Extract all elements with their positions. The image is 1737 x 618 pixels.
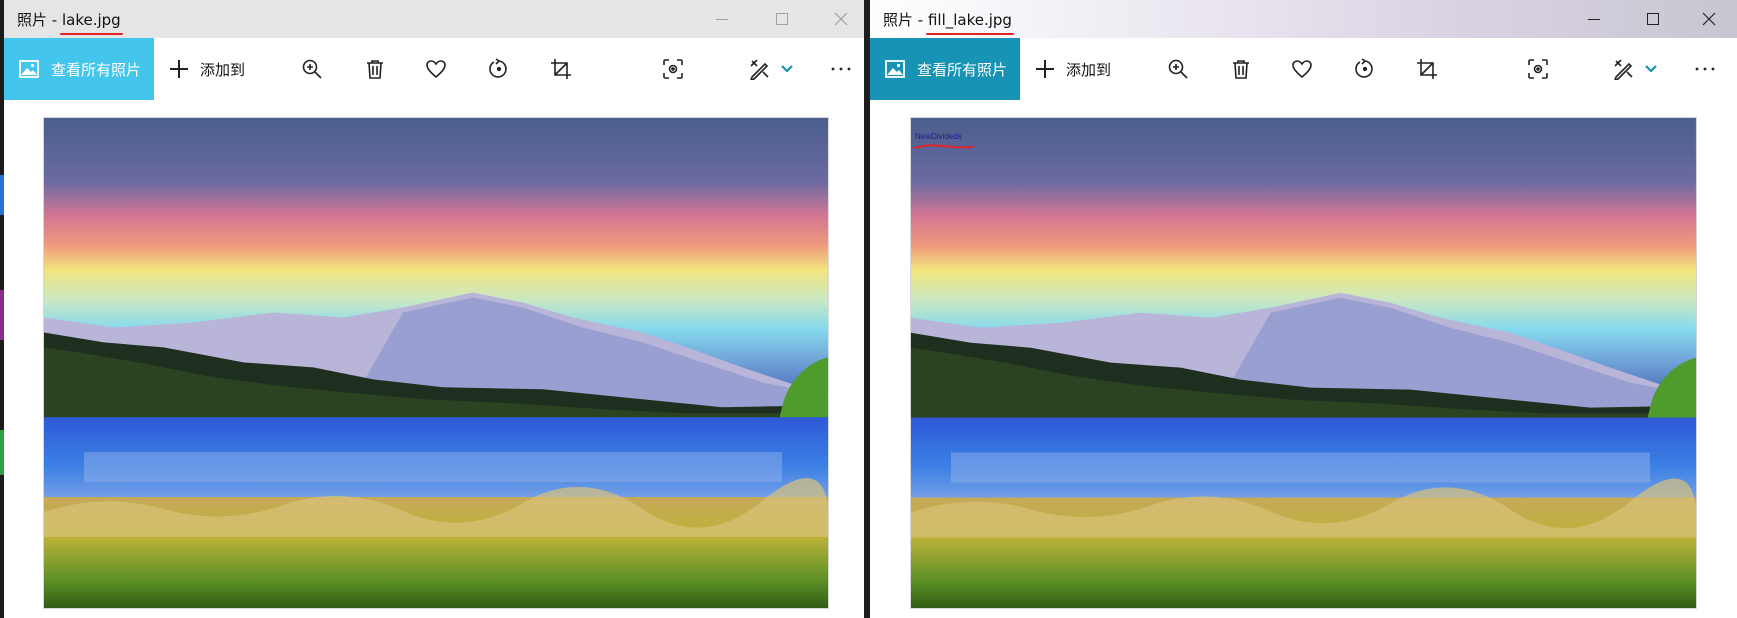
title-prefix: 照片 - — [17, 11, 62, 29]
close-button[interactable] — [1681, 0, 1737, 38]
watermark-text: NewDivideds — [915, 132, 962, 141]
photo-view[interactable]: NewDivideds — [910, 117, 1697, 609]
edit-dropdown[interactable] — [780, 53, 794, 85]
titlebar[interactable]: 照片 - fill_lake.jpg — [870, 0, 1737, 38]
more-icon — [1695, 67, 1715, 71]
plus-icon — [1036, 60, 1054, 78]
focus-button[interactable] — [662, 53, 684, 85]
edit-icon — [1614, 59, 1633, 80]
add-to-button[interactable]: 添加到 — [1034, 53, 1111, 85]
crop-button[interactable] — [1416, 53, 1438, 85]
focus-icon — [663, 59, 683, 79]
rotate-button[interactable] — [1354, 53, 1376, 85]
edit-create-button[interactable] — [1613, 53, 1635, 85]
annotation-underline — [913, 144, 974, 149]
favorite-button[interactable] — [1291, 53, 1313, 85]
edit-create-button[interactable] — [749, 53, 771, 85]
delete-icon — [367, 60, 383, 79]
chevron-down-icon — [781, 65, 793, 73]
zoom-button[interactable] — [1167, 53, 1189, 85]
photos-window-lake: 照片 - lake.jpg 查看所有照片 添加到 — [4, 0, 864, 618]
add-to-label: 添加到 — [1066, 60, 1112, 79]
more-button[interactable] — [1694, 53, 1716, 85]
favorite-button[interactable] — [425, 53, 447, 85]
see-all-photos-button[interactable]: 查看所有照片 — [870, 38, 1020, 100]
photos-window-fill-lake: 照片 - fill_lake.jpg 查看所有照片 添加到 NewDivided… — [870, 0, 1737, 618]
close-icon — [834, 12, 848, 26]
edit-icon — [750, 59, 769, 80]
crop-button[interactable] — [550, 53, 572, 85]
minimize-icon — [716, 18, 728, 20]
see-all-photos-label: 查看所有照片 — [51, 60, 142, 79]
add-to-label: 添加到 — [200, 60, 246, 79]
toolbar: 查看所有照片 添加到 — [4, 38, 864, 100]
add-to-button[interactable]: 添加到 — [168, 53, 245, 85]
rotate-icon — [1355, 58, 1373, 78]
maximize-icon — [776, 13, 788, 25]
zoom-in-icon — [1168, 59, 1188, 79]
crop-icon — [1417, 59, 1437, 79]
delete-icon — [1233, 60, 1249, 79]
edit-dropdown[interactable] — [1644, 53, 1658, 85]
delete-button[interactable] — [364, 53, 386, 85]
zoom-in-icon — [302, 59, 322, 79]
window-title: 照片 - lake.jpg — [17, 9, 121, 30]
close-icon — [1702, 12, 1716, 26]
minimize-button[interactable] — [1566, 0, 1622, 38]
rotate-icon — [489, 58, 507, 78]
plus-icon — [170, 60, 188, 78]
rotate-button[interactable] — [488, 53, 510, 85]
heart-icon — [1292, 60, 1312, 79]
toolbar: 查看所有照片 添加到 — [870, 38, 1737, 100]
see-all-photos-label: 查看所有照片 — [917, 60, 1008, 79]
chevron-down-icon — [1645, 65, 1657, 73]
title-prefix: 照片 - — [883, 11, 928, 29]
lake-photo — [911, 118, 1696, 608]
maximize-button[interactable] — [1625, 0, 1681, 38]
delete-button[interactable] — [1230, 53, 1252, 85]
titlebar[interactable]: 照片 - lake.jpg — [4, 0, 864, 38]
close-button[interactable] — [813, 0, 864, 38]
minimize-icon — [1588, 18, 1600, 20]
picture-icon — [885, 60, 905, 78]
focus-icon — [1528, 59, 1548, 79]
more-button[interactable] — [830, 53, 852, 85]
picture-icon — [19, 60, 39, 78]
title-filename: fill_lake.jpg — [927, 11, 1012, 29]
heart-icon — [426, 60, 446, 79]
photo-view[interactable] — [43, 117, 829, 609]
focus-button[interactable] — [1527, 53, 1549, 85]
see-all-photos-button[interactable]: 查看所有照片 — [4, 38, 154, 100]
crop-icon — [551, 59, 571, 79]
window-title: 照片 - fill_lake.jpg — [883, 9, 1012, 30]
more-icon — [831, 67, 851, 71]
maximize-button[interactable] — [754, 0, 810, 38]
maximize-icon — [1647, 13, 1659, 25]
zoom-button[interactable] — [301, 53, 323, 85]
lake-photo — [44, 118, 828, 608]
title-filename: lake.jpg — [61, 11, 121, 29]
minimize-button[interactable] — [694, 0, 750, 38]
